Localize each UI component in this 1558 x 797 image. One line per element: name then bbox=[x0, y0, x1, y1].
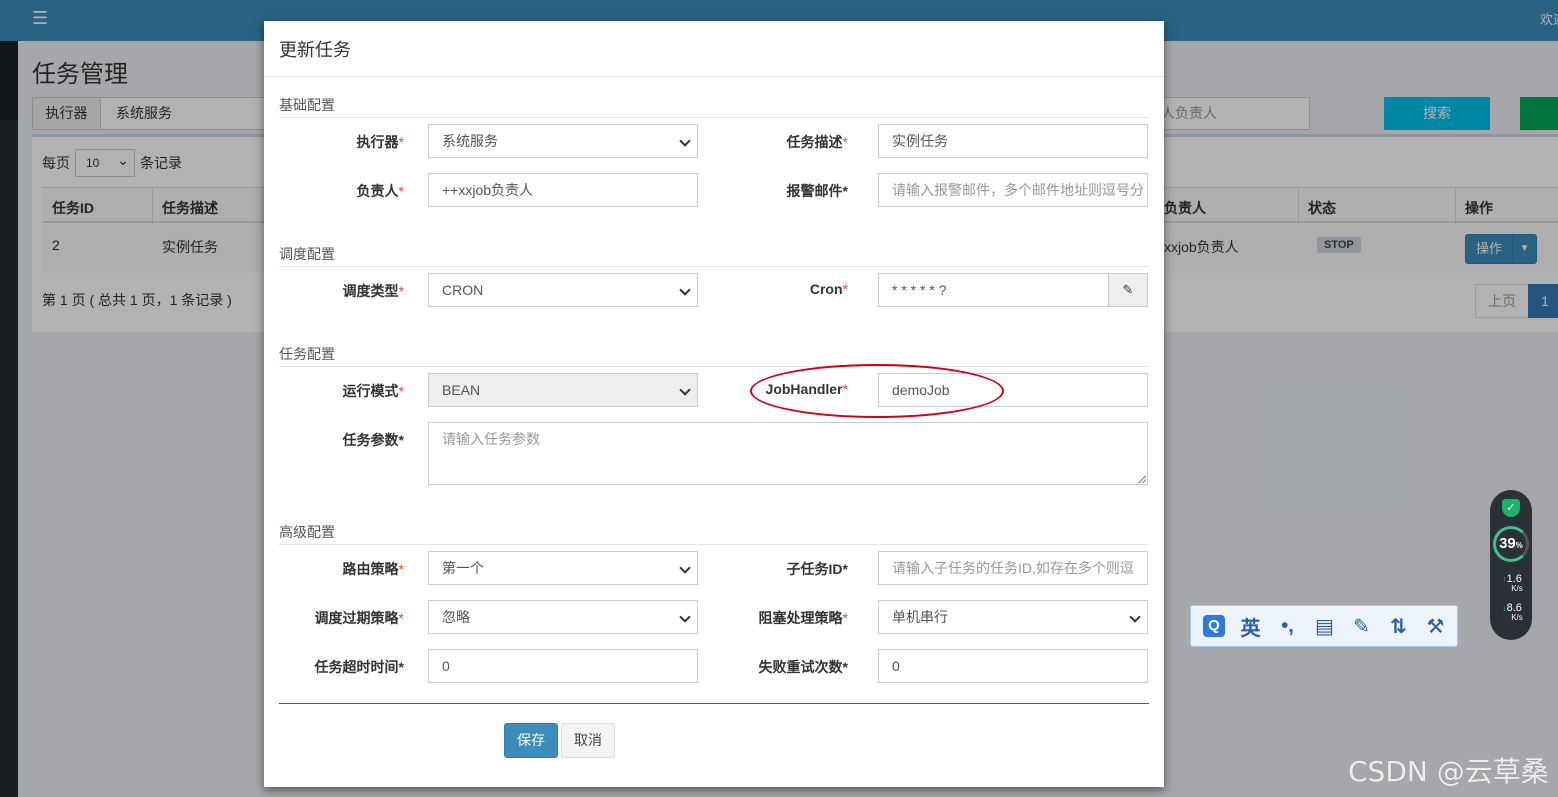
section-basic: 基础配置 bbox=[279, 95, 1149, 118]
fail-retry-input[interactable]: 0 bbox=[878, 649, 1148, 683]
block-strategy-select[interactable]: 单机串行 bbox=[878, 600, 1148, 634]
cron-input[interactable]: * * * * * ? bbox=[878, 273, 1109, 307]
job-param-label: 任务参数* bbox=[342, 432, 404, 448]
ime-punctuation-toggle[interactable]: •, bbox=[1269, 615, 1306, 638]
block-strategy-label: 阻塞处理策略* bbox=[758, 610, 848, 626]
download-speed: ↓8.6 K/s bbox=[1502, 602, 1523, 623]
alarm-email-label: 报警邮件* bbox=[786, 183, 848, 199]
author-label: 负责人* bbox=[356, 183, 404, 199]
timeout-label: 任务超时时间* bbox=[314, 659, 404, 675]
executor-select[interactable]: 系统服务 bbox=[428, 124, 698, 158]
section-task: 任务配置 bbox=[279, 344, 1149, 367]
alarm-email-input[interactable]: 请输入报警邮件，多个邮件地址则逗号分 bbox=[878, 173, 1148, 207]
route-strategy-label: 路由策略* bbox=[342, 561, 404, 577]
cancel-button[interactable]: 取消 bbox=[561, 723, 615, 758]
job-param-textarea[interactable]: 请输入任务参数 bbox=[428, 422, 1148, 485]
modal-title: 更新任务 bbox=[264, 21, 1164, 77]
timeout-input[interactable]: 0 bbox=[428, 649, 698, 683]
ime-logo-icon[interactable]: Q bbox=[1203, 615, 1225, 637]
child-job-id-input[interactable]: 请输入子任务的任务ID,如存在多个则逗 bbox=[878, 551, 1148, 585]
glue-type-label: 运行模式* bbox=[342, 383, 404, 399]
notepad-icon[interactable]: ▤ bbox=[1306, 614, 1343, 639]
job-desc-label: 任务描述* bbox=[786, 134, 848, 150]
ime-mode-toggle[interactable]: 英 bbox=[1232, 612, 1269, 641]
fail-retry-label: 失败重试次数* bbox=[758, 659, 848, 675]
save-button[interactable]: 保存 bbox=[504, 723, 558, 758]
shield-check-icon: ✓ bbox=[1502, 499, 1520, 517]
edit-icon[interactable]: ✎ bbox=[1343, 614, 1380, 639]
form-divider bbox=[279, 703, 1149, 704]
ime-toolbar: Q 英 •, ▤ ✎ ⇅ ⚒ bbox=[1190, 605, 1458, 647]
watermark: CSDN @云草桑 bbox=[1348, 755, 1549, 788]
misfire-strategy-label: 调度过期策略* bbox=[314, 610, 404, 626]
usage-ring: 39% bbox=[1493, 526, 1529, 562]
section-schedule: 调度配置 bbox=[279, 244, 1149, 267]
wrench-icon[interactable]: ⚒ bbox=[1417, 614, 1454, 639]
edit-cron-icon[interactable]: ✎ bbox=[1108, 273, 1148, 307]
glue-type-select[interactable]: BEAN bbox=[428, 373, 698, 407]
author-input[interactable]: ++xxjob负责人 bbox=[428, 173, 698, 207]
schedule-type-label: 调度类型* bbox=[342, 283, 404, 299]
executor-label: 执行器* bbox=[356, 134, 404, 150]
annotation-ellipse bbox=[750, 364, 1004, 418]
job-desc-input[interactable]: 实例任务 bbox=[878, 124, 1148, 158]
upload-speed: ↑1.6 K/s bbox=[1502, 573, 1523, 594]
system-monitor-widget[interactable]: ✓ 39% ↑1.6 K/s ↓8.6 K/s bbox=[1490, 490, 1532, 640]
schedule-type-select[interactable]: CRON bbox=[428, 273, 698, 307]
child-job-id-label: 子任务ID* bbox=[786, 561, 848, 577]
section-advanced: 高级配置 bbox=[279, 522, 1149, 545]
cron-label: Cron* bbox=[809, 281, 848, 297]
misfire-strategy-select[interactable]: 忽略 bbox=[428, 600, 698, 634]
sort-icon[interactable]: ⇅ bbox=[1380, 614, 1417, 639]
route-strategy-select[interactable]: 第一个 bbox=[428, 551, 698, 585]
update-job-modal: 更新任务 基础配置 执行器* 系统服务 任务描述* 实例任务 负责人* ++xx… bbox=[264, 21, 1164, 787]
